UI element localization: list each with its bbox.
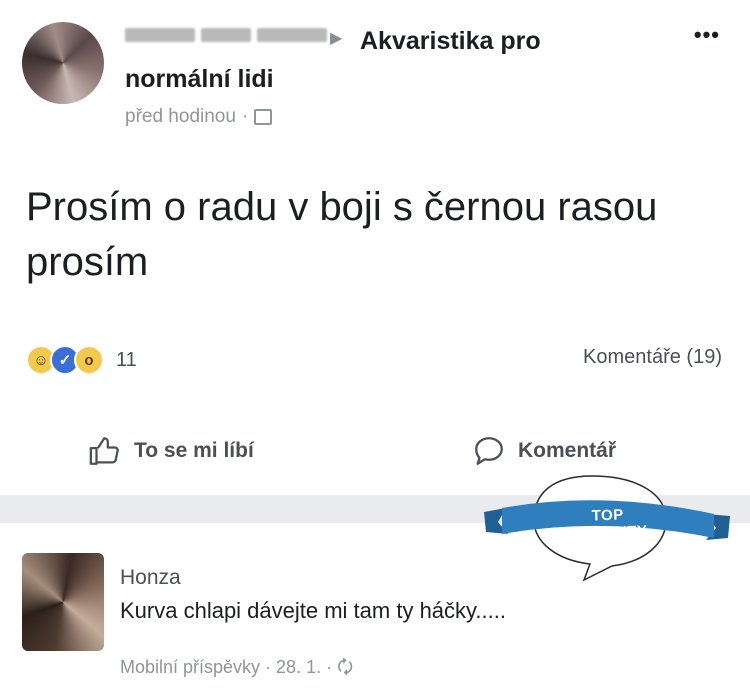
post-card: ▶ Akvaristika pro normální lidi před hod…	[0, 0, 750, 495]
comment-meta-text: Mobilní příspěvky · 28. 1. ·	[120, 657, 333, 677]
commenter-name[interactable]: Honza	[120, 566, 181, 590]
comment-meta: Mobilní příspěvky · 28. 1. · 🗘	[120, 655, 353, 685]
group-name-link[interactable]: Akvaristika pro normální lidi	[125, 22, 625, 98]
commenter-avatar[interactable]	[22, 553, 104, 651]
like-button[interactable]: To se mi líbí	[88, 434, 254, 468]
meta-separator: ·	[241, 106, 249, 127]
comment-button[interactable]: Komentář	[472, 434, 616, 468]
reactions-summary[interactable]: ☺ ✓ o 11	[26, 344, 137, 376]
comment-like-icon[interactable]: 🗘	[337, 657, 353, 677]
post-text: Prosím o radu v boji s černou rasou pros…	[26, 185, 658, 284]
comment-text: Kurva chlapi dávejte mi tam ty háčky....…	[120, 598, 506, 623]
badge-label: TOP KOMENTY	[568, 506, 648, 543]
privacy-icon	[254, 109, 273, 125]
more-options-button[interactable]: •••	[694, 22, 720, 48]
comment-bubble-icon	[475, 437, 503, 465]
post-time[interactable]: před hodinou	[125, 106, 236, 128]
like-button-label: To se mi líbí	[134, 439, 254, 462]
post-meta: před hodinou ·	[125, 106, 273, 128]
thumbs-up-icon	[89, 437, 119, 465]
reaction-count: 11	[116, 348, 137, 371]
comments-count-link[interactable]: Komentáře (19)	[583, 346, 722, 369]
wow-reaction-icon: o	[74, 345, 104, 375]
author-avatar[interactable]	[22, 22, 104, 104]
comment-button-label: Komentář	[518, 439, 617, 462]
